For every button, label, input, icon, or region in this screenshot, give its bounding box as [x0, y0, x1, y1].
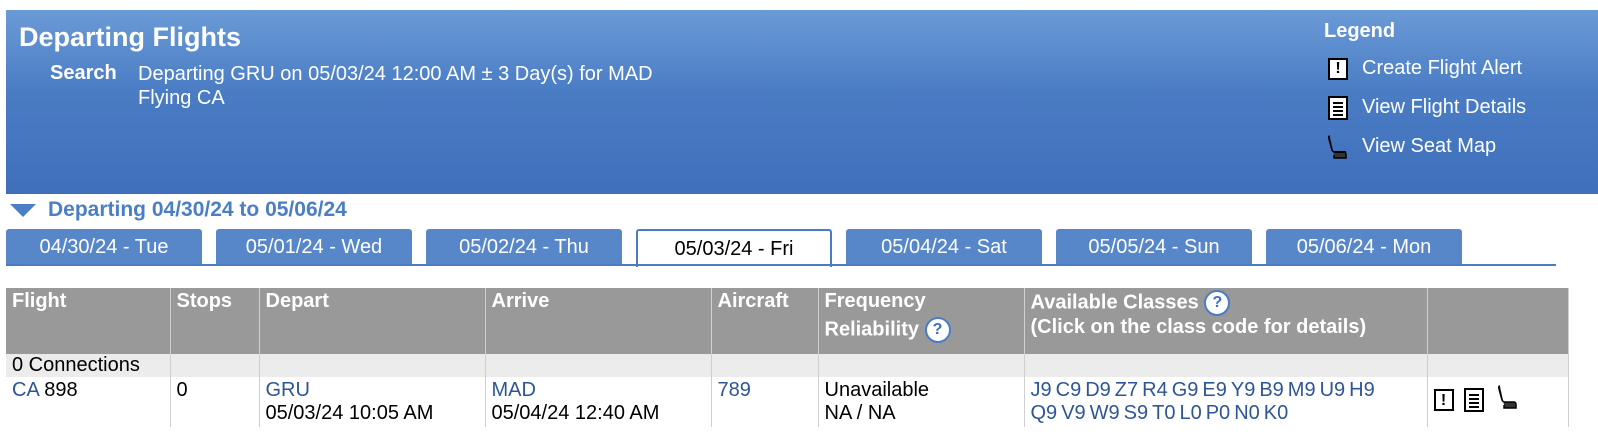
frequency-cell: Unavailable NA / NA — [818, 377, 1025, 427]
class-code-link[interactable]: M9 — [1288, 379, 1316, 401]
flight-number: 898 — [44, 379, 78, 401]
col-arrive: Arrive — [485, 288, 712, 354]
classes-cell: J9 C9 D9 Z7 R4 G9 E9 Y9 B9 M9 U9 H9 Q9 V9 W9 S9 T0 L0 P0 N… — [1024, 377, 1428, 427]
page-header: Departing Flights Search Departing GRU o… — [6, 10, 1598, 194]
col-classes: Available Classes ? (Click on the class … — [1024, 288, 1428, 354]
flight-alert-icon[interactable]: ! — [1433, 389, 1454, 411]
legend-item-label: Create Flight Alert — [1362, 57, 1523, 79]
col-actions — [1427, 288, 1569, 354]
classes-help-icon[interactable]: ? — [1204, 290, 1231, 316]
class-code-link[interactable]: R4 — [1142, 379, 1168, 401]
table-header-row: Flight Stops Depart Arrive Aircraft Freq… — [6, 288, 1569, 354]
reliability-value: NA / NA — [824, 402, 896, 424]
legend-item-seat: View Seat Map — [1324, 127, 1526, 166]
flight-details-icon[interactable] — [1463, 388, 1484, 412]
class-code-link[interactable]: J9 — [1031, 379, 1052, 401]
tabs-underline — [6, 264, 1556, 266]
class-code-link[interactable]: L0 — [1179, 402, 1201, 424]
class-code-link[interactable]: Y9 — [1231, 379, 1255, 401]
col-stops: Stops — [170, 288, 260, 354]
arrive-cell: MAD 05/04/24 12:40 AM — [485, 377, 712, 427]
tab-0501[interactable]: 05/01/24 - Wed — [216, 229, 412, 265]
class-code-link[interactable]: Q9 — [1031, 402, 1058, 424]
date-range-toggle[interactable]: Departing 04/30/24 to 05/06/24 — [10, 198, 347, 222]
airline-link[interactable]: CA — [12, 379, 39, 401]
class-code-link[interactable]: Z7 — [1115, 379, 1138, 401]
actions-cell: ! — [1427, 377, 1569, 427]
class-code-link[interactable]: W9 — [1090, 402, 1120, 424]
search-criteria: Departing GRU on 05/03/24 12:00 AM ± 3 D… — [138, 62, 653, 110]
legend: Legend ! Create Flight Alert View Flight… — [1324, 20, 1526, 166]
col-classes-hint: (Click on the class code for details) — [1030, 316, 1367, 338]
class-code-link[interactable]: G9 — [1172, 379, 1199, 401]
col-classes-label: Available Classes — [1030, 291, 1199, 314]
depart-cell: GRU 05/03/24 10:05 AM — [259, 377, 486, 427]
class-code-link[interactable]: P0 — [1206, 402, 1230, 424]
legend-item-label: View Seat Map — [1362, 135, 1497, 157]
legend-item-details: View Flight Details — [1324, 88, 1526, 127]
class-code-link[interactable]: V9 — [1061, 402, 1085, 424]
table-row: CA 898 0 GRU 05/03/24 10:05 AM MAD 05/04… — [6, 377, 1569, 427]
details-icon — [1324, 94, 1352, 122]
tab-0502[interactable]: 05/02/24 - Thu — [426, 229, 622, 265]
legend-title: Legend — [1324, 20, 1396, 42]
tab-0505[interactable]: 05/05/24 - Sun — [1056, 229, 1252, 265]
alert-icon: ! — [1324, 55, 1352, 83]
col-flight: Flight — [6, 288, 171, 354]
class-code-link[interactable]: B9 — [1259, 379, 1283, 401]
class-code-link[interactable]: T0 — [1152, 402, 1175, 424]
seat-map-icon[interactable] — [1494, 383, 1522, 417]
legend-item-label: View Flight Details — [1362, 96, 1527, 118]
reliability-help-icon[interactable]: ? — [924, 317, 951, 343]
tab-0506[interactable]: 05/06/24 - Mon — [1266, 229, 1462, 265]
depart-airport-link[interactable]: GRU — [266, 379, 479, 402]
depart-time: 05/03/24 10:05 AM — [265, 402, 434, 424]
flight-cell: CA 898 — [6, 377, 171, 427]
frequency-value: Unavailable — [824, 379, 930, 401]
col-depart: Depart — [259, 288, 486, 354]
col-aircraft: Aircraft — [711, 288, 819, 354]
col-frequency: Frequency Reliability ? — [818, 288, 1025, 354]
aircraft-link[interactable]: 789 — [718, 379, 751, 401]
date-range-label: Departing 04/30/24 to 05/06/24 — [48, 198, 347, 221]
arrive-airport-link[interactable]: MAD — [492, 379, 705, 402]
tab-0504[interactable]: 05/04/24 - Sat — [846, 229, 1042, 265]
col-reliability-label: Reliability — [824, 318, 919, 341]
class-code-link[interactable]: U9 — [1320, 379, 1346, 401]
arrive-time: 05/04/24 12:40 AM — [491, 402, 660, 424]
class-code-link[interactable]: E9 — [1202, 379, 1226, 401]
tab-0430[interactable]: 04/30/24 - Tue — [6, 229, 202, 265]
search-label: Search — [50, 62, 117, 84]
seat-icon — [1324, 133, 1352, 161]
class-code-link[interactable]: N0 — [1234, 402, 1260, 424]
class-code-link[interactable]: C9 — [1056, 379, 1082, 401]
flights-table: Flight Stops Depart Arrive Aircraft Freq… — [6, 288, 1569, 427]
legend-item-alert: ! Create Flight Alert — [1324, 49, 1526, 88]
class-code-link[interactable]: S9 — [1124, 402, 1148, 424]
stops-cell: 0 — [170, 377, 260, 427]
collapse-triangle-icon — [10, 203, 36, 217]
search-criteria-line2: Flying CA — [138, 87, 225, 109]
tab-0503-active[interactable]: 05/03/24 - Fri — [636, 229, 832, 267]
aircraft-cell: 789 — [711, 377, 819, 427]
page-title: Departing Flights — [19, 22, 241, 52]
class-code-link[interactable]: H9 — [1349, 379, 1375, 401]
search-criteria-line1: Departing GRU on 05/03/24 12:00 AM ± 3 D… — [138, 63, 653, 85]
class-code-link[interactable]: K0 — [1264, 402, 1288, 424]
class-code-link[interactable]: D9 — [1085, 379, 1111, 401]
connections-group-row: 0 Connections — [6, 354, 1569, 377]
connections-label: 0 Connections — [6, 354, 171, 377]
col-frequency-label: Frequency — [824, 290, 926, 312]
